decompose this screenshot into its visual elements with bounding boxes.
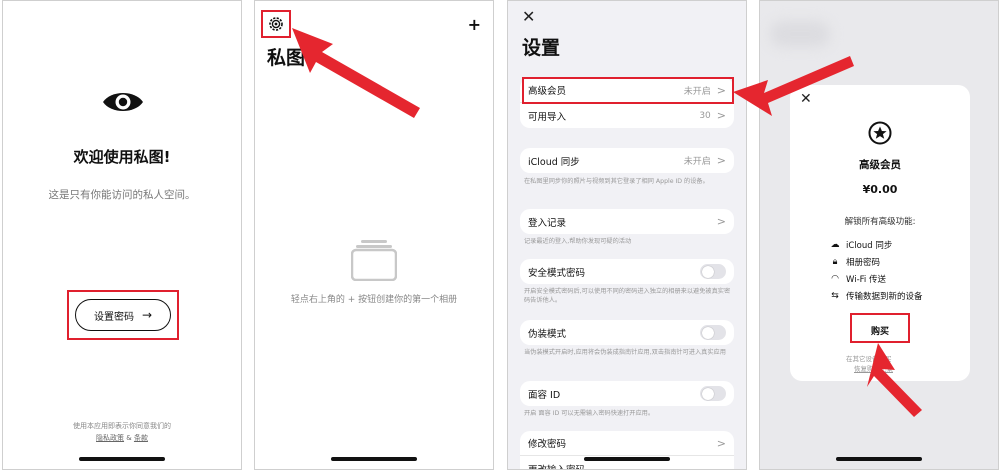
feature-label: Wi-Fi 传送	[846, 275, 886, 285]
change-password-row[interactable]: 修改密码 >	[520, 431, 734, 456]
terms-links: 隐私政策 & 条款	[3, 433, 241, 443]
chevron-right-icon: >	[716, 154, 726, 167]
disguise-label: 伪装模式	[528, 328, 567, 340]
add-album-button[interactable]: +	[468, 15, 481, 34]
eye-icon	[103, 93, 143, 111]
safe-mode-toggle[interactable]	[700, 264, 726, 279]
disguise-card: 伪装模式	[520, 320, 734, 345]
safe-mode-row: 安全模式密码	[520, 259, 734, 284]
terms-notice: 使用本应用即表示你同意我们的	[73, 422, 171, 430]
wifi-icon: ◠	[831, 274, 839, 284]
page-title: 私图	[267, 47, 306, 69]
arrow-right-icon: →	[141, 308, 153, 322]
login-card: 登入记录 >	[520, 209, 734, 234]
feature-item: 🔒︎ 相册密码	[828, 256, 880, 268]
login-row[interactable]: 登入记录 >	[520, 209, 734, 234]
imports-count: 30	[699, 110, 711, 121]
faceid-toggle[interactable]	[700, 386, 726, 401]
feature-label: iCloud 同步	[846, 241, 893, 251]
chevron-right-icon: >	[716, 436, 726, 450]
welcome-title: 欢迎使用私图!	[73, 148, 171, 166]
faceid-row: 面容 ID	[520, 381, 734, 406]
icloud-status: 未开启	[683, 157, 711, 167]
unlock-text: 解锁所有高级功能:	[844, 217, 916, 227]
lock-icon: 🔒︎	[832, 257, 838, 267]
disguise-toggle[interactable]	[700, 325, 726, 340]
faceid-label: 面容 ID	[528, 389, 561, 401]
imports-label: 可用导入	[528, 111, 567, 123]
settings-screen: ✕ 设置 高级会员 未开启 > 可用导入 30 > iCloud 同步 未开启 …	[507, 0, 747, 470]
buy-button[interactable]: 购买	[852, 319, 908, 341]
imports-row[interactable]: 可用导入 30 >	[520, 103, 734, 128]
purchase-dialog: ✕ 高级会员 ¥0.00 解锁所有高级功能: ☁ iCloud 同步 🔒︎ 相册…	[790, 85, 970, 381]
feature-label: 传输数据到新的设备	[846, 292, 923, 302]
safe-mode-note: 开启安全模式密码后,可以使用不同的密码进入独立的相册来以避免被真实密码告诉他人。	[524, 288, 731, 304]
home-indicator	[331, 457, 417, 461]
close-icon[interactable]: ✕	[800, 91, 812, 107]
icloud-row[interactable]: iCloud 同步 未开启 >	[520, 148, 734, 173]
gear-icon[interactable]	[267, 15, 285, 33]
welcome-subtitle: 这是只有你能访问的私人空间。	[48, 189, 196, 201]
restore-purchase-link[interactable]: 恢复购买记录	[854, 363, 893, 373]
dialog-title: 高级会员	[859, 159, 901, 171]
chevron-right-icon: >	[716, 109, 726, 122]
cloud-icon: ☁	[830, 240, 840, 250]
feature-item: ◠ Wi-Fi 传送	[828, 273, 886, 285]
icloud-note: 在私图里同步你的照片与视频到其它登录了相同 Apple ID 的设备。	[524, 178, 709, 185]
close-icon[interactable]: ✕	[522, 7, 535, 26]
feature-item: ⇆ 传输数据到新的设备	[828, 290, 923, 302]
faceid-note: 开启 面容 ID 可以无需输入密码快速打开应用。	[524, 410, 655, 417]
terms-link[interactable]: 条款	[134, 434, 148, 442]
highlight-box	[522, 77, 734, 104]
feature-item: ☁ iCloud 同步	[828, 239, 893, 251]
icloud-card: iCloud 同步 未开启 >	[520, 148, 734, 173]
empty-state-hint: 轻点右上角的 + 按钮创建你的第一个相册	[290, 295, 458, 305]
partial-row-label: 更改输入密码	[528, 464, 586, 470]
disguise-note: 当伪装模式开启时,应用将会伪装成指南针应用,双击指南针可进入真实应用	[524, 349, 726, 356]
home-indicator	[836, 457, 922, 461]
welcome-screen: 欢迎使用私图! 这是只有你能访问的私人空间。 设置密码 → 使用本应用即表示你同…	[2, 0, 242, 470]
chevron-right-icon: >	[716, 215, 726, 228]
change-password-label: 修改密码	[528, 439, 567, 450]
disguise-row: 伪装模式	[520, 320, 734, 345]
transfer-icon: ⇆	[831, 291, 839, 301]
price: ¥0.00	[862, 183, 898, 196]
faceid-card: 面容 ID	[520, 381, 734, 406]
album-stack-icon	[351, 240, 397, 281]
feature-label: 相册密码	[846, 258, 881, 268]
and-text: &	[124, 434, 134, 442]
safe-mode-card: 安全模式密码	[520, 259, 734, 284]
blurred-background	[770, 21, 830, 47]
albums-screen: + 私图 轻点右上角的 + 按钮创建你的第一个相册	[254, 0, 494, 470]
purchase-screen: ✕ 高级会员 ¥0.00 解锁所有高级功能: ☁ iCloud 同步 🔒︎ 相册…	[759, 0, 999, 470]
icloud-label: iCloud 同步	[528, 156, 580, 168]
other-device-text: 在其它设备购买	[846, 355, 892, 363]
login-label: 登入记录	[528, 217, 567, 229]
privacy-link[interactable]: 隐私政策	[96, 434, 124, 442]
page-title: 设置	[522, 37, 561, 59]
home-indicator	[79, 457, 165, 461]
star-icon	[868, 121, 892, 145]
set-password-label: 设置密码	[93, 311, 134, 323]
home-indicator	[584, 457, 670, 461]
login-note: 记录最近的登入,帮助你发现可疑的活动	[524, 238, 632, 245]
safe-mode-label: 安全模式密码	[528, 267, 586, 279]
password-card: 修改密码 > 更改输入密码	[520, 431, 734, 470]
set-password-button[interactable]: 设置密码 →	[75, 299, 171, 331]
